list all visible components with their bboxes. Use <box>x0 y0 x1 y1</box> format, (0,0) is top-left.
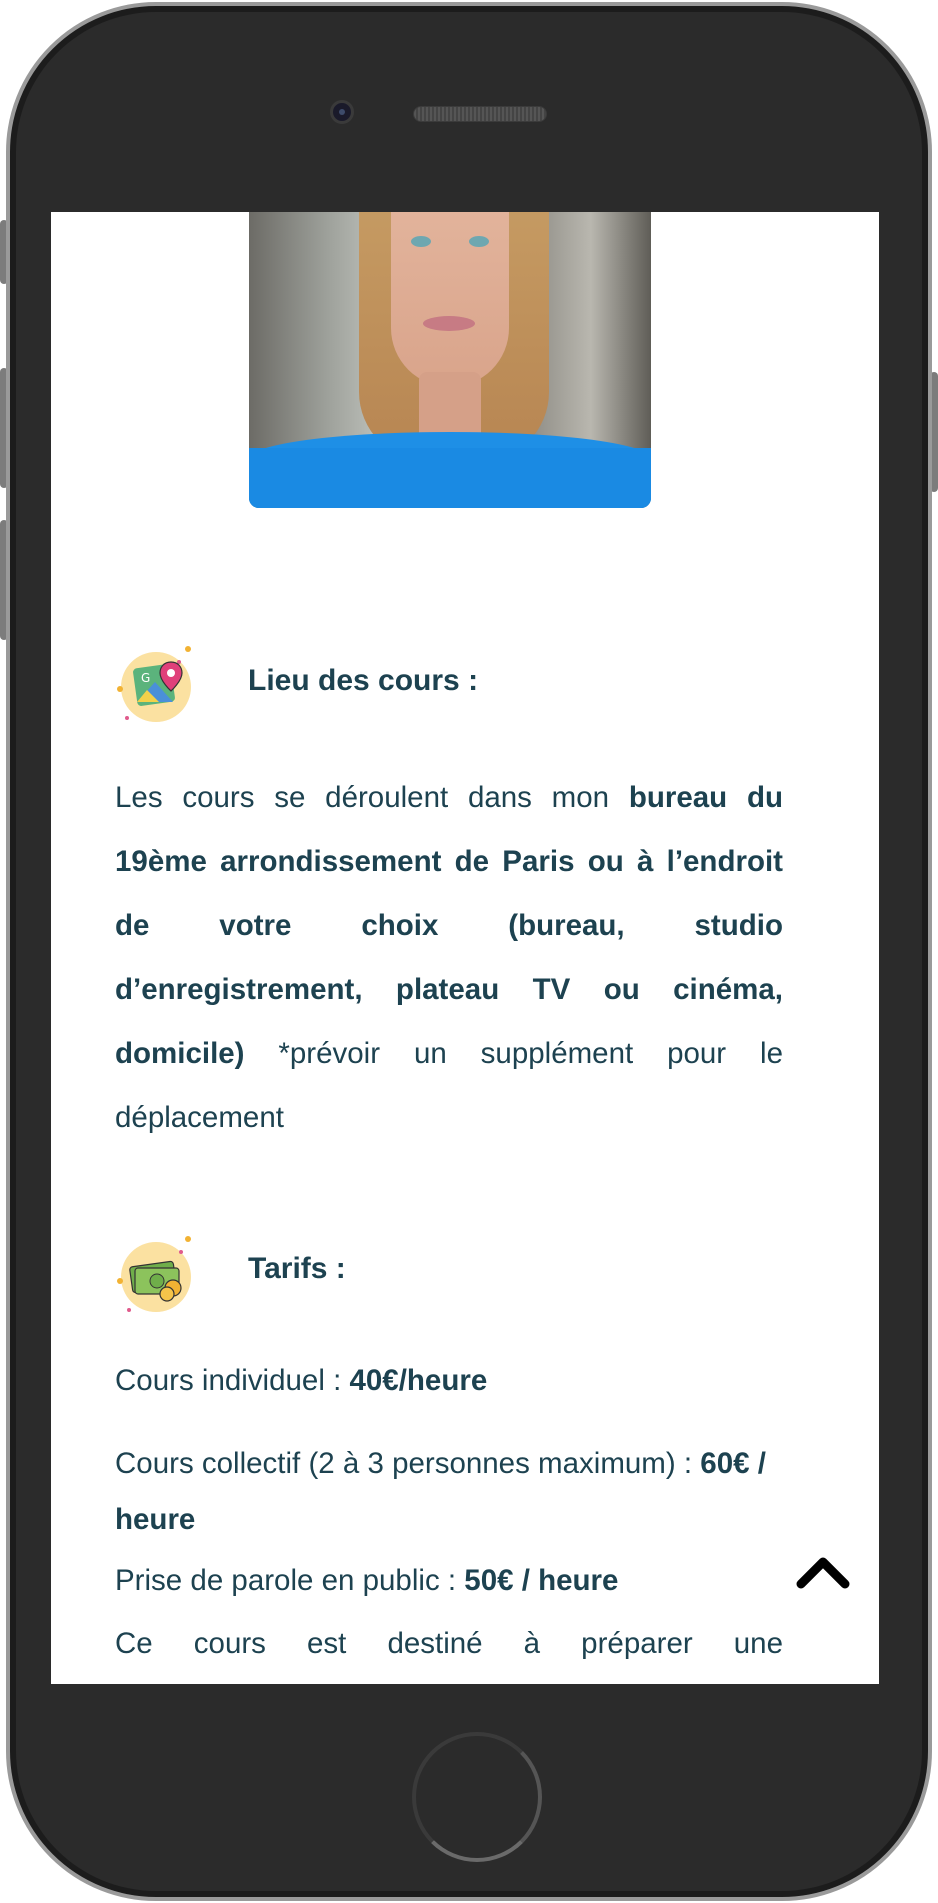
course-description: Ce cours est destiné à préparer une <box>115 1627 783 1660</box>
home-button[interactable] <box>412 1732 542 1862</box>
scroll-to-top-button[interactable] <box>795 1552 851 1592</box>
location-title: Lieu des cours : <box>248 664 479 697</box>
price-group: Cours collectif (2 à 3 personnes maximum… <box>115 1447 766 1536</box>
screen: G Lieu des cours : Les cours se déroulen… <box>51 212 879 1684</box>
price-individual: Cours individuel : 40€/heure <box>115 1364 488 1397</box>
price-individual-value: 40€/heure <box>349 1364 488 1397</box>
location-paragraph: Les cours se déroulent dans mon bureau d… <box>115 766 783 1150</box>
teacher-photo <box>249 212 651 508</box>
location-text-intro: Les cours se déroulent dans mon <box>115 781 629 814</box>
location-text-bold: bureau du 19ème arrondissement de Paris … <box>115 781 784 1070</box>
money-icon <box>115 1236 195 1316</box>
earpiece-speaker <box>413 106 547 122</box>
map-pin-icon: G <box>115 646 195 726</box>
price-public-value: 50€ / heure <box>464 1564 619 1597</box>
chevron-up-icon <box>796 1557 850 1589</box>
price-public: Prise de parole en public : 50€ / heure <box>115 1564 619 1597</box>
front-camera <box>330 100 354 124</box>
svg-text:G: G <box>141 671 150 685</box>
pricing-title: Tarifs : <box>248 1252 346 1285</box>
pricing-header <box>115 1236 195 1316</box>
location-header: G <box>115 646 195 726</box>
